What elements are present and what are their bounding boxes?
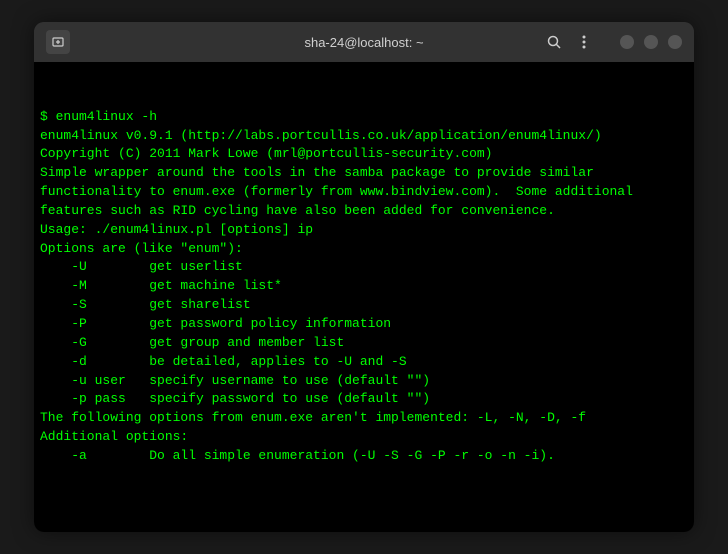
- terminal-line: Options are (like "enum"):: [40, 240, 688, 259]
- terminal-line: -p pass specify password to use (default…: [40, 390, 688, 409]
- terminal-line: enum4linux v0.9.1 (http://labs.portculli…: [40, 127, 688, 146]
- close-button[interactable]: [668, 35, 682, 49]
- terminal-line: features such as RID cycling have also b…: [40, 202, 688, 221]
- titlebar-right: [546, 34, 682, 50]
- new-tab-icon: [51, 35, 65, 49]
- terminal-line: -S get sharelist: [40, 296, 688, 315]
- terminal-line: -u user specify username to use (default…: [40, 372, 688, 391]
- terminal-line: Copyright (C) 2011 Mark Lowe (mrl@portcu…: [40, 145, 688, 164]
- terminal-line: functionality to enum.exe (formerly from…: [40, 183, 688, 202]
- terminal-line: -M get machine list*: [40, 277, 688, 296]
- search-icon: [546, 34, 562, 50]
- terminal-line: -G get group and member list: [40, 334, 688, 353]
- terminal-line: -a Do all simple enumeration (-U -S -G -…: [40, 447, 688, 466]
- terminal-output[interactable]: $ enum4linux -henum4linux v0.9.1 (http:/…: [34, 62, 694, 532]
- maximize-button[interactable]: [644, 35, 658, 49]
- titlebar: sha-24@localhost: ~: [34, 22, 694, 62]
- search-button[interactable]: [546, 34, 562, 50]
- minimize-button[interactable]: [620, 35, 634, 49]
- terminal-line: Simple wrapper around the tools in the s…: [40, 164, 688, 183]
- terminal-window: sha-24@localhost: ~ $: [34, 22, 694, 532]
- terminal-line: $ enum4linux -h: [40, 108, 688, 127]
- menu-button[interactable]: [576, 34, 592, 50]
- titlebar-left: [46, 30, 70, 54]
- window-controls: [620, 35, 682, 49]
- terminal-line: -P get password policy information: [40, 315, 688, 334]
- terminal-line: Usage: ./enum4linux.pl [options] ip: [40, 221, 688, 240]
- terminal-line: Additional options:: [40, 428, 688, 447]
- terminal-line: -U get userlist: [40, 258, 688, 277]
- terminal-line: -d be detailed, applies to -U and -S: [40, 353, 688, 372]
- terminal-line: The following options from enum.exe aren…: [40, 409, 688, 428]
- window-title: sha-24@localhost: ~: [304, 35, 423, 50]
- menu-icon: [576, 34, 592, 50]
- new-tab-button[interactable]: [46, 30, 70, 54]
